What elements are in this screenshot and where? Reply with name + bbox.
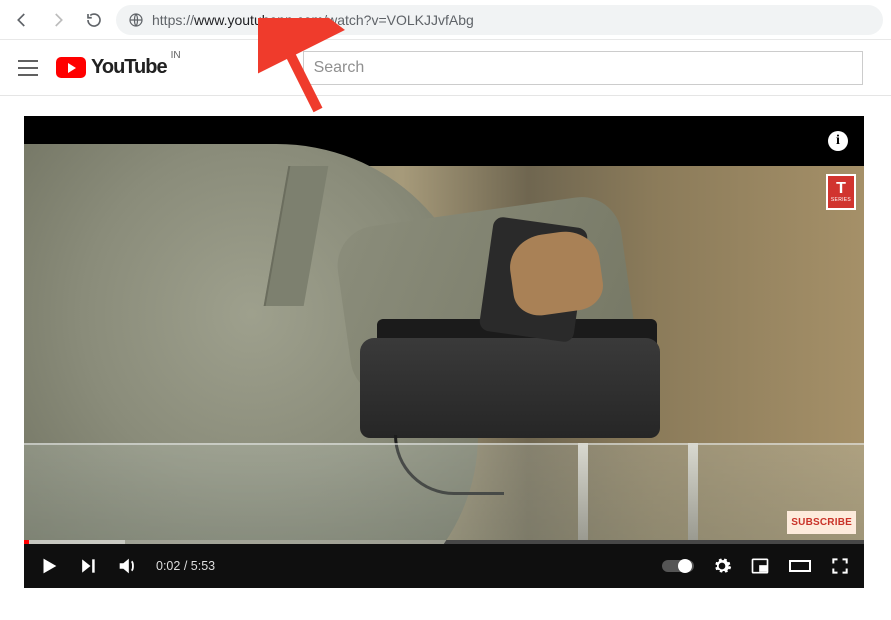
menu-icon[interactable] [16,56,40,80]
video-still [24,166,864,540]
browser-toolbar: https://www.youtubepp.com/watch?v=VOLKJJ… [0,0,891,40]
content-area: i T SERIES SUBSCRIBE [0,96,891,588]
search-box[interactable] [303,51,863,85]
youtube-play-icon [56,57,86,78]
subscribe-overlay[interactable]: SUBSCRIBE [787,511,856,534]
video-frame [24,166,864,540]
youtube-wordmark: YouTube [91,56,167,79]
forward-button[interactable] [44,6,72,34]
reload-button[interactable] [80,6,108,34]
address-bar[interactable]: https://www.youtubepp.com/watch?v=VOLKJJ… [116,5,883,35]
info-icon[interactable]: i [828,131,848,151]
channel-watermark[interactable]: T SERIES [826,174,856,210]
settings-button[interactable] [712,556,732,576]
search-input[interactable] [314,59,852,77]
player-controls: 0:02 / 5:53 [24,544,864,588]
next-button[interactable] [78,556,98,576]
miniplayer-button[interactable] [750,556,770,576]
back-button[interactable] [8,6,36,34]
time-display: 0:02 / 5:53 [156,559,215,573]
country-code: IN [171,50,181,61]
play-button[interactable] [38,555,60,577]
autoplay-toggle[interactable] [662,557,694,575]
globe-icon [128,12,144,28]
url-text: https://www.youtubepp.com/watch?v=VOLKJJ… [152,12,474,28]
theater-button[interactable] [788,556,812,576]
site-header: YouTube IN [0,40,891,96]
fullscreen-button[interactable] [830,556,850,576]
video-player[interactable]: i T SERIES SUBSCRIBE [24,116,864,588]
youtube-logo[interactable]: YouTube IN [56,56,167,79]
volume-button[interactable] [116,555,138,577]
